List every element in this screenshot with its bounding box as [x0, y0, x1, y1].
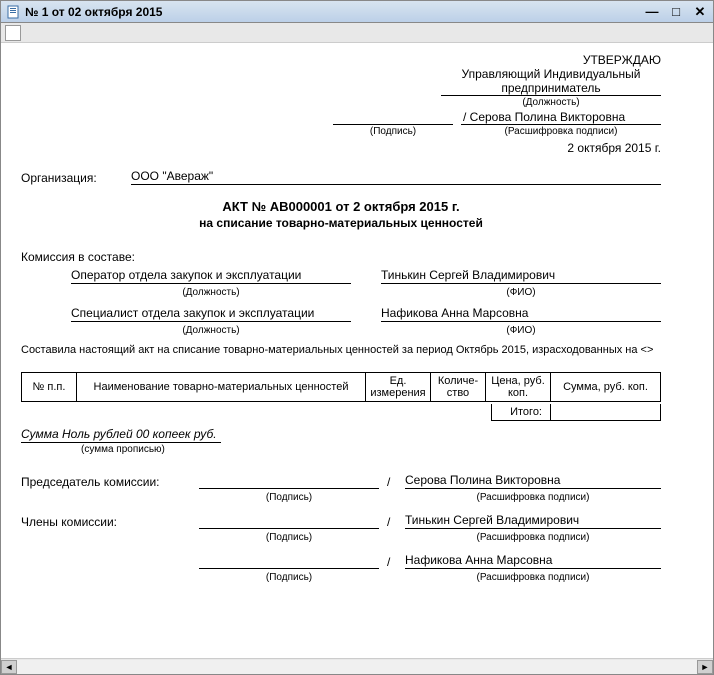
chairman-label: Председатель комиссии: — [21, 475, 191, 489]
document-title: АКТ № АВ000001 от 2 октября 2015 г. — [21, 199, 661, 214]
approve-signature-line — [333, 111, 453, 125]
signatory-name: Тинькин Сергей Владимирович — [405, 513, 661, 529]
th-sum: Сумма, руб. коп. — [551, 373, 661, 402]
role-caption: (Должность) — [71, 325, 351, 336]
organization-row: Организация: ООО "Авераж" — [21, 169, 661, 185]
signature-line — [199, 475, 379, 489]
scroll-track[interactable] — [17, 660, 697, 674]
org-value: ООО "Авераж" — [131, 169, 661, 185]
approve-name: / Серова Полина Викторовна — [461, 110, 661, 125]
th-unit: Ед. измерения — [366, 373, 431, 402]
minimize-button[interactable]: — — [643, 4, 661, 20]
name-caption: (ФИО) — [381, 287, 661, 298]
commission-member-row: Оператор отдела закупок и эксплуатации Т… — [21, 268, 661, 284]
sig-caption: (Подпись) — [199, 572, 379, 583]
th-qty: Количе-ство — [431, 373, 486, 402]
app-icon — [5, 4, 21, 20]
signatory-name: Серова Полина Викторовна — [405, 473, 661, 489]
approve-sig-caption: (Подпись) — [333, 126, 453, 137]
total-label: Итого: — [491, 404, 551, 421]
member-name: Нафикова Анна Марсовна — [381, 306, 661, 322]
maximize-button[interactable]: □ — [667, 4, 685, 20]
signature-row: Председатель комиссии: / Серова Полина В… — [21, 473, 661, 489]
total-value — [551, 404, 661, 421]
document-body: УТВЕРЖДАЮ Управляющий Индивидуальный пре… — [1, 43, 681, 613]
toolbar — [1, 23, 713, 43]
total-row: Итого: — [21, 404, 661, 421]
signature-row: Члены комиссии: / Тинькин Сергей Владими… — [21, 513, 661, 529]
th-name: Наименование товарно-материальных ценнос… — [77, 373, 366, 402]
commission-member-row: Специалист отдела закупок и эксплуатации… — [21, 306, 661, 322]
commission-label: Комиссия в составе: — [21, 250, 661, 264]
member-role: Оператор отдела закупок и эксплуатации — [71, 268, 351, 284]
titlebar[interactable]: № 1 от 02 октября 2015 — □ ✕ — [1, 1, 713, 23]
signature-line — [199, 515, 379, 529]
name-caption: (Расшифровка подписи) — [405, 532, 661, 543]
th-price: Цена, руб. коп. — [486, 373, 551, 402]
approve-block: УТВЕРЖДАЮ Управляющий Индивидуальный пре… — [21, 53, 661, 155]
signatory-name: Нафикова Анна Марсовна — [405, 553, 661, 569]
org-label: Организация: — [21, 171, 111, 185]
approve-name-caption: (Расшифровка подписи) — [461, 126, 661, 137]
close-button[interactable]: ✕ — [691, 4, 709, 20]
role-caption: (Должность) — [71, 287, 351, 298]
document-subtitle: на списание товарно-материальных ценност… — [21, 216, 661, 230]
name-caption: (Расшифровка подписи) — [405, 492, 661, 503]
th-num: № п.п. — [22, 373, 77, 402]
member-role: Специалист отдела закупок и эксплуатации — [71, 306, 351, 322]
scroll-left-icon[interactable]: ◄ — [1, 660, 17, 674]
approve-date: 2 октября 2015 г. — [21, 141, 661, 155]
horizontal-scrollbar[interactable]: ◄ ► — [1, 658, 713, 674]
window-title: № 1 от 02 октября 2015 — [25, 5, 643, 19]
signature-row: / Нафикова Анна Марсовна — [21, 553, 661, 569]
sig-caption: (Подпись) — [199, 492, 379, 503]
approve-heading: УТВЕРЖДАЮ — [21, 53, 661, 67]
members-label: Члены комиссии: — [21, 515, 191, 529]
approve-position-caption: (Должность) — [441, 97, 661, 108]
member-name: Тинькин Сергей Владимирович — [381, 268, 661, 284]
sum-words-caption: (сумма прописью) — [81, 444, 661, 455]
document-viewport[interactable]: УТВЕРЖДАЮ Управляющий Индивидуальный пре… — [1, 43, 713, 658]
approve-position: Управляющий Индивидуальный предпринимате… — [441, 67, 661, 96]
items-table: № п.п. Наименование товарно-материальных… — [21, 372, 661, 402]
sig-caption: (Подпись) — [199, 532, 379, 543]
signature-line — [199, 555, 379, 569]
act-description: Составила настоящий акт на списание това… — [21, 344, 661, 356]
document-window: № 1 от 02 октября 2015 — □ ✕ УТВЕРЖДАЮ У… — [0, 0, 714, 675]
sum-in-words: Сумма Ноль рублей 00 копеек руб. — [21, 427, 221, 443]
toolbar-button[interactable] — [5, 25, 21, 41]
name-caption: (Расшифровка подписи) — [405, 572, 661, 583]
name-caption: (ФИО) — [381, 325, 661, 336]
scroll-right-icon[interactable]: ► — [697, 660, 713, 674]
